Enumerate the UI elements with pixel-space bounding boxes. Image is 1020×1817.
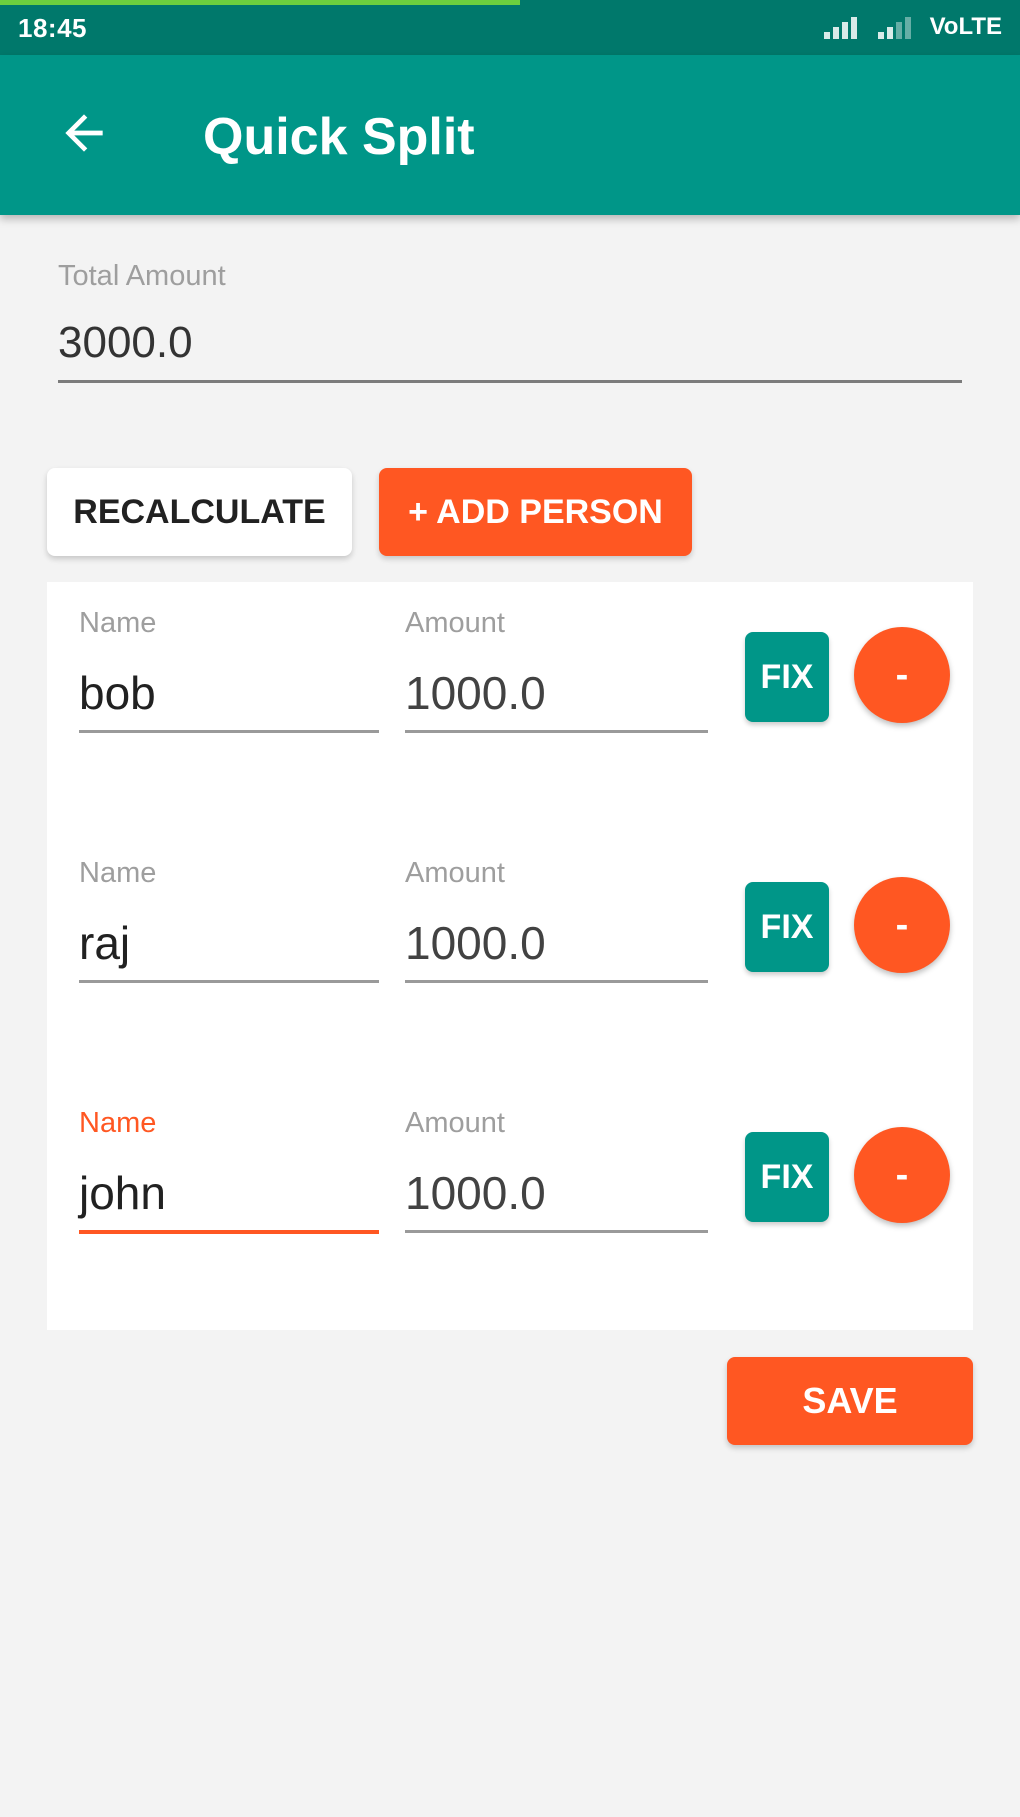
app-bar: Quick Split	[0, 55, 1020, 215]
network-type-label: VoLTE	[929, 13, 1002, 40]
back-button[interactable]	[44, 95, 124, 175]
amount-field[interactable]: Amount 1000.0	[405, 607, 708, 733]
save-button[interactable]: SAVE	[727, 1357, 973, 1445]
page-load-progress	[0, 0, 521, 5]
name-label: Name	[79, 1107, 157, 1139]
recalculate-button[interactable]: RECALCULATE	[47, 468, 352, 556]
name-label: Name	[79, 607, 157, 639]
total-amount-field[interactable]: Total Amount 3000.0	[58, 260, 962, 383]
person-row: Name bob Amount 1000.0 FIX -	[47, 582, 973, 782]
fix-button[interactable]: FIX	[745, 882, 829, 972]
status-icons: VoLTE	[822, 13, 1002, 41]
page-title: Quick Split	[203, 108, 475, 166]
total-amount-input[interactable]: 3000.0	[58, 318, 962, 383]
status-time: 18:45	[18, 13, 87, 43]
name-field[interactable]: Name john	[79, 1107, 379, 1234]
fix-button[interactable]: FIX	[745, 632, 829, 722]
total-amount-label: Total Amount	[58, 260, 226, 292]
name-field[interactable]: Name bob	[79, 607, 379, 733]
name-input[interactable]: bob	[79, 666, 379, 733]
people-list: Name bob Amount 1000.0 FIX - Name raj Am…	[47, 582, 973, 1330]
name-input[interactable]: raj	[79, 916, 379, 983]
signal-icon	[822, 15, 862, 39]
amount-input[interactable]: 1000.0	[405, 1166, 708, 1233]
action-buttons: RECALCULATE + ADD PERSON	[47, 468, 692, 556]
name-label: Name	[79, 857, 157, 889]
amount-label: Amount	[405, 857, 505, 889]
amount-label: Amount	[405, 607, 505, 639]
signal-weak-icon	[876, 15, 916, 39]
amount-input[interactable]: 1000.0	[405, 666, 708, 733]
amount-label: Amount	[405, 1107, 505, 1139]
arrow-left-icon	[56, 105, 112, 166]
amount-input[interactable]: 1000.0	[405, 916, 708, 983]
add-person-button[interactable]: + ADD PERSON	[379, 468, 692, 556]
amount-field[interactable]: Amount 1000.0	[405, 1107, 708, 1233]
name-field[interactable]: Name raj	[79, 857, 379, 983]
name-input[interactable]: john	[79, 1166, 379, 1234]
person-row: Name john Amount 1000.0 FIX -	[47, 1082, 973, 1282]
remove-person-button[interactable]: -	[854, 627, 950, 723]
remove-person-button[interactable]: -	[854, 877, 950, 973]
person-row: Name raj Amount 1000.0 FIX -	[47, 832, 973, 1032]
remove-person-button[interactable]: -	[854, 1127, 950, 1223]
status-bar: 18:45 VoLTE	[0, 0, 1020, 55]
amount-field[interactable]: Amount 1000.0	[405, 857, 708, 983]
fix-button[interactable]: FIX	[745, 1132, 829, 1222]
